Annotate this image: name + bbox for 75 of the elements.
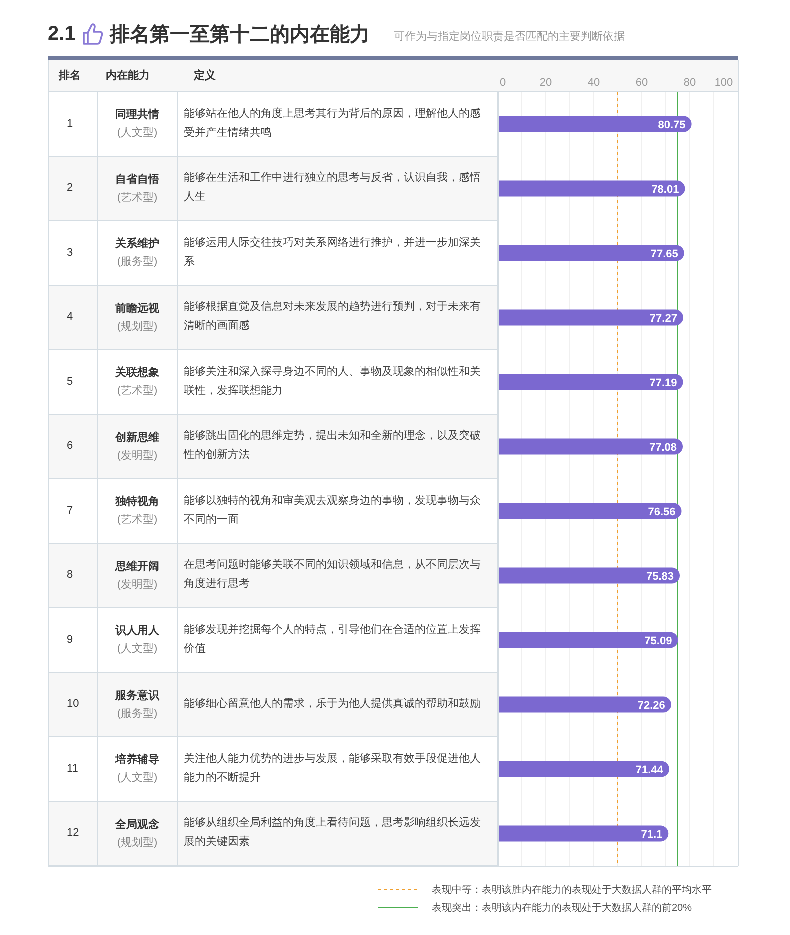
value-label: 72.26 — [638, 700, 666, 712]
legend-text: 表现中等：表明该胜内在能力的表现处于大数据人群的平均水平 — [432, 884, 712, 897]
column-header: 定义 — [194, 70, 216, 82]
ability-type: (规划型) — [117, 320, 158, 334]
rank-number: 10 — [67, 698, 80, 710]
ability-name: 前瞻远视 — [116, 302, 160, 316]
ability-name: 关联想象 — [116, 366, 160, 380]
ability-definition: 能够根据直觉及信息对未来发展的趋势进行预判，对于未来有清晰的画面感 — [183, 300, 482, 334]
ability-name: 关系维护 — [116, 236, 160, 252]
ability-type: (人文型) — [117, 770, 158, 786]
ability-definition: 能够运用人际交往技巧对关系网络进行推护，并进一步加深关系 — [183, 236, 482, 270]
ability-definition: 能够在生活和工作中进行独立的思考与反省，认识自我，感悟人生 — [183, 170, 482, 206]
axis-tick-label: 80 — [684, 77, 696, 89]
legend-text: 表现突出：表明该内在能力的表现处于大数据人群的前20% — [432, 902, 692, 915]
rank-number: 6 — [67, 440, 74, 452]
ability-definition: 能够跳出固化的思维定势，提出未知和全新的理念，以及突破性的创新方法 — [182, 428, 482, 464]
ability-definition: 能够关注和深入探寻身边不同的人、事物及现象的相似性和关联性，发挥联想能力 — [183, 364, 482, 399]
ability-type: (发明型) — [117, 578, 158, 592]
ability-name: 思维开阔 — [116, 560, 160, 574]
axis-tick-label: 60 — [636, 77, 648, 89]
ability-name: 服务意识 — [116, 688, 160, 703]
value-label: 77.19 — [650, 377, 678, 390]
ability-type: (发明型) — [117, 448, 158, 463]
ability-type: (艺术型) — [117, 190, 158, 205]
section-subtitle: 可作为与指定岗位职责是否匹配的主要判断依据 — [394, 30, 625, 44]
section-number: 2.1 — [48, 22, 76, 46]
value-label: 78.01 — [652, 184, 680, 196]
column-header: 排名 — [59, 70, 81, 82]
ability-name: 创新思维 — [116, 430, 160, 445]
axis-tick-label: 20 — [540, 77, 552, 89]
thumbs-up-icon — [82, 22, 104, 46]
ability-name: 培养辅导 — [116, 752, 160, 768]
value-label: 71.44 — [636, 764, 664, 776]
value-label: 77.08 — [649, 442, 677, 454]
rank-number: 11 — [67, 762, 78, 775]
rank-number: 4 — [67, 311, 74, 324]
ability-name: 全局观念 — [116, 818, 160, 832]
ability-definition: 在思考问题时能够关联不同的知识领域和信息，从不同层次与角度进行思考 — [183, 558, 482, 592]
rank-number: 7 — [67, 504, 74, 517]
rank-number: 12 — [67, 827, 80, 840]
ability-type: (艺术型) — [117, 513, 158, 528]
section-title: 排名第一至第十二的内在能力 — [110, 22, 370, 48]
rank-number: 1 — [67, 118, 74, 130]
rank-number: 3 — [67, 246, 74, 259]
value-label: 75.83 — [646, 570, 674, 583]
ability-type: (服务型) — [117, 255, 158, 270]
ability-definition: 能够细心留意他人的需求，乐于为他人提供真诚的帮助和鼓励 — [183, 696, 482, 712]
ability-name: 同理共情 — [116, 108, 160, 122]
rank-number: 2 — [67, 182, 74, 194]
ability-definition: 能够站在他人的角度上思考其行为背后的原因，理解他人的感受并产生情绪共鸣 — [183, 106, 482, 141]
ability-definition: 关注他人能力优势的进步与发展，能够采取有效手段促进他人能力的不断提升 — [183, 752, 482, 786]
rank-number: 9 — [67, 634, 74, 646]
axis-tick-label: 100 — [714, 77, 734, 89]
value-label: 77.65 — [650, 248, 678, 260]
value-label: 75.09 — [644, 635, 672, 648]
rank-number: 5 — [67, 376, 74, 388]
ability-definition: 能够从组织全局利益的角度上看待问题，思考影响组织长远发展的关键因素 — [183, 816, 482, 850]
axis-tick-label: 0 — [500, 77, 506, 89]
value-label: 76.56 — [648, 506, 676, 518]
ability-type: (人文型) — [117, 126, 158, 140]
axis-tick-label: 40 — [588, 77, 600, 89]
ability-definition: 能够发现并挖掘每个人的特点，引导他们在合适的位置上发挥价值 — [183, 622, 482, 657]
ability-name: 识人用人 — [116, 624, 160, 638]
ability-type: (服务型) — [117, 706, 158, 721]
value-label: 77.27 — [650, 312, 678, 325]
ability-type: (人文型) — [117, 642, 158, 656]
ability-definition: 能够以独特的视角和审美观去观察身边的事物，发现事物与众不同的一面 — [183, 494, 482, 528]
rank-number: 8 — [67, 569, 74, 582]
ability-name: 独特视角 — [116, 494, 160, 510]
ability-type: (艺术型) — [117, 384, 158, 398]
ability-type: (规划型) — [117, 836, 158, 850]
column-header: 内在能力 — [106, 70, 150, 82]
value-label: 71.1 — [641, 828, 663, 841]
ability-name: 自省自悟 — [116, 172, 160, 187]
value-label: 80.75 — [658, 119, 686, 132]
